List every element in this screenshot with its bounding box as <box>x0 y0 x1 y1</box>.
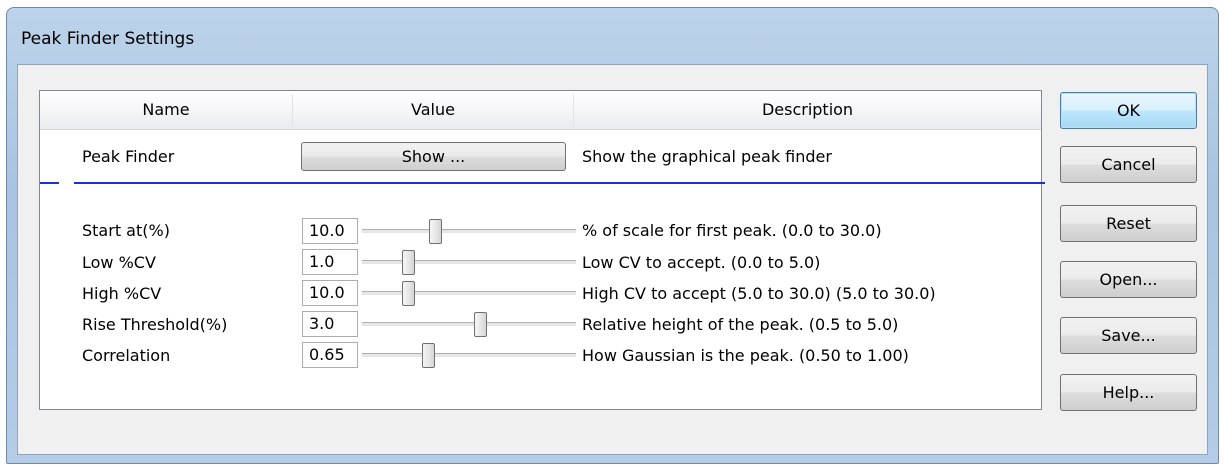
save-button[interactable]: Save... <box>1060 317 1197 354</box>
help-button[interactable]: Help... <box>1060 374 1197 411</box>
show-peak-finder-button[interactable]: Show ... <box>301 142 566 171</box>
high-cv-slider-track[interactable] <box>362 291 576 295</box>
reset-button[interactable]: Reset <box>1060 205 1197 242</box>
setting-label-low-cv: Low %CV <box>82 253 156 272</box>
correlation-input[interactable]: 0.65 <box>302 342 358 368</box>
setting-label-rise-threshold: Rise Threshold(%) <box>82 315 228 334</box>
high-cv-slider-thumb[interactable] <box>402 281 415 306</box>
high-cv-input[interactable]: 10.0 <box>302 280 358 306</box>
rise-threshold-slider-thumb[interactable] <box>474 312 487 337</box>
setting-label-high-cv: High %CV <box>82 284 162 303</box>
cancel-button[interactable]: Cancel <box>1060 146 1197 183</box>
start-at-slider-track[interactable] <box>362 229 576 233</box>
correlation-slider-thumb[interactable] <box>422 343 435 368</box>
rise-threshold-input[interactable]: 3.0 <box>302 311 358 337</box>
open-button[interactable]: Open... <box>1060 261 1197 298</box>
low-cv-input[interactable]: 1.0 <box>302 249 358 275</box>
title-bar[interactable]: Peak Finder Settings <box>7 8 1218 64</box>
correlation-slider-track[interactable] <box>362 353 576 357</box>
start-at-input[interactable]: 10.0 <box>302 218 358 244</box>
setting-description-start-at: % of scale for first peak. (0.0 to 30.0) <box>582 221 882 240</box>
rise-threshold-slider-track[interactable] <box>362 322 576 326</box>
section-divider <box>74 182 1045 184</box>
setting-description-rise-threshold: Relative height of the peak. (0.5 to 5.0… <box>582 315 899 334</box>
setting-description-high-cv: High CV to accept (5.0 to 30.0) (5.0 to … <box>582 284 936 303</box>
ok-button[interactable]: OK <box>1060 92 1197 129</box>
setting-label-start-at: Start at(%) <box>82 221 170 240</box>
peak-finder-label: Peak Finder <box>82 147 175 166</box>
dialog-client-area: Name Value Description Peak Finder Show … <box>17 64 1208 455</box>
settings-grid: Name Value Description Peak Finder Show … <box>39 90 1045 410</box>
section-divider-left <box>40 182 59 184</box>
column-header-description[interactable]: Description <box>574 91 1041 129</box>
column-header-value[interactable]: Value <box>293 91 573 129</box>
low-cv-slider-track[interactable] <box>362 260 576 264</box>
setting-description-low-cv: Low CV to accept. (0.0 to 5.0) <box>582 253 821 272</box>
column-header-name[interactable]: Name <box>40 91 292 129</box>
low-cv-slider-thumb[interactable] <box>402 250 415 275</box>
grid-header: Name Value Description <box>40 91 1041 130</box>
setting-description-correlation: How Gaussian is the peak. (0.50 to 1.00) <box>582 346 909 365</box>
peak-finder-description: Show the graphical peak finder <box>582 147 832 166</box>
start-at-slider-thumb[interactable] <box>429 219 442 244</box>
setting-label-correlation: Correlation <box>82 346 171 365</box>
dialog-window: Peak Finder Settings Name Value Descript… <box>6 7 1219 464</box>
window-title: Peak Finder Settings <box>21 29 195 49</box>
